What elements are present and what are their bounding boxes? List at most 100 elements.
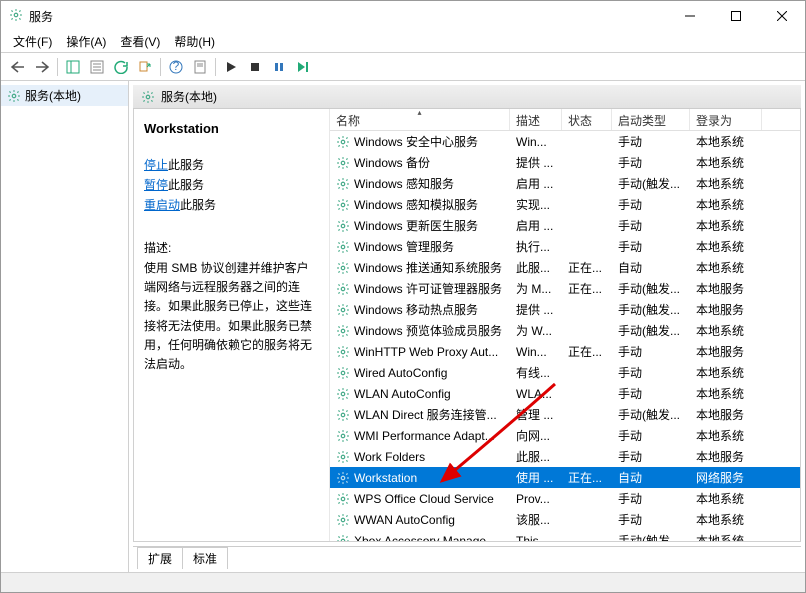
table-row[interactable]: WLAN Direct 服务连接管...管理 ...手动(触发...本地服务 [330, 404, 800, 425]
restart-link[interactable]: 重启动 [144, 198, 180, 212]
show-hide-tree-button[interactable] [62, 56, 84, 78]
col-startup[interactable]: 启动类型 [612, 109, 690, 130]
export-button[interactable] [134, 56, 156, 78]
props-icon[interactable] [189, 56, 211, 78]
cell-desc: WLA... [510, 387, 562, 401]
table-row[interactable]: Windows 推送通知系统服务此服...正在...自动本地系统 [330, 257, 800, 278]
gear-icon [336, 219, 350, 233]
cell-desc: 此服... [510, 448, 562, 465]
table-row[interactable]: WMI Performance Adapt...向网...手动本地系统 [330, 425, 800, 446]
refresh-button[interactable] [110, 56, 132, 78]
gear-icon [336, 366, 350, 380]
table-row[interactable]: WWAN AutoConfig该服...手动本地系统 [330, 509, 800, 530]
table-row[interactable]: Windows 预览体验成员服务为 W...手动(触发...本地系统 [330, 320, 800, 341]
menu-action[interactable]: 操作(A) [66, 33, 106, 50]
table-row[interactable]: Windows 移动热点服务提供 ...手动(触发...本地服务 [330, 299, 800, 320]
app-icon [9, 8, 23, 25]
col-status[interactable]: 状态 [562, 109, 612, 130]
cell-startup: 手动 [612, 448, 690, 465]
cell-name: WPS Office Cloud Service [354, 492, 494, 506]
gear-icon [336, 513, 350, 527]
menu-file[interactable]: 文件(F) [13, 33, 52, 50]
cell-name: WLAN Direct 服务连接管... [354, 406, 497, 423]
cell-desc: 此服... [510, 259, 562, 276]
cell-name: Windows 安全中心服务 [354, 133, 478, 150]
cell-name: WMI Performance Adapt... [354, 429, 495, 443]
col-desc[interactable]: 描述 [510, 109, 562, 130]
cell-startup: 手动 [612, 154, 690, 171]
table-row[interactable]: Xbox Accessory Manage...This ...手动(触发...… [330, 530, 800, 541]
table-row[interactable]: Windows 感知模拟服务实现...手动本地系统 [330, 194, 800, 215]
menu-help[interactable]: 帮助(H) [174, 33, 215, 50]
properties-button[interactable] [86, 56, 108, 78]
gear-icon [336, 303, 350, 317]
table-row[interactable]: Windows 备份提供 ...手动本地系统 [330, 152, 800, 173]
col-logon[interactable]: 登录为 [690, 109, 762, 130]
detail-pane: Workstation 停止此服务 暂停此服务 重启动此服务 描述: 使用 SM… [134, 109, 330, 541]
cell-name: Windows 感知模拟服务 [354, 196, 478, 213]
cell-logon: 本地服务 [690, 280, 762, 297]
help-button[interactable]: ? [165, 56, 187, 78]
restart-service-button[interactable] [292, 56, 314, 78]
menu-view[interactable]: 查看(V) [120, 33, 160, 50]
cell-name: Windows 预览体验成员服务 [354, 322, 502, 339]
cell-desc: 提供 ... [510, 301, 562, 318]
cell-startup: 手动 [612, 343, 690, 360]
table-row[interactable]: Windows 许可证管理器服务为 M...正在...手动(触发...本地服务 [330, 278, 800, 299]
cell-logon: 本地系统 [690, 364, 762, 381]
cell-status: 正在... [562, 280, 612, 297]
table-row[interactable]: Windows 感知服务启用 ...手动(触发...本地系统 [330, 173, 800, 194]
cell-logon: 本地系统 [690, 427, 762, 444]
table-row[interactable]: WLAN AutoConfig WLA... 手动本地系统 [330, 383, 800, 404]
cell-startup: 自动 [612, 469, 690, 486]
col-name[interactable]: 名称▴ [330, 109, 510, 130]
back-button[interactable] [7, 56, 29, 78]
menu-bar: 文件(F) 操作(A) 查看(V) 帮助(H) [1, 31, 805, 53]
cell-name: Wired AutoConfig [354, 366, 447, 380]
stop-service-button[interactable] [244, 56, 266, 78]
cell-name: WLAN AutoConfig [354, 387, 451, 401]
description-text: 使用 SMB 协议创建并维护客户端网络与远程服务器之间的连接。如果此服务已停止，… [144, 259, 319, 374]
table-row[interactable]: Windows 更新医生服务启用 ...手动本地系统 [330, 215, 800, 236]
tab-standard[interactable]: 标准 [182, 547, 228, 569]
cell-desc: Win... [510, 135, 562, 149]
cell-logon: 网络服务 [690, 469, 762, 486]
pause-service-button[interactable] [268, 56, 290, 78]
pause-link[interactable]: 暂停 [144, 178, 168, 192]
toolbar: ? [1, 53, 805, 81]
table-row[interactable]: WPS Office Cloud ServiceProv...手动本地系统 [330, 488, 800, 509]
minimize-button[interactable] [667, 1, 713, 31]
table-row[interactable]: Workstation使用 ...正在...自动网络服务 [330, 467, 800, 488]
table-row[interactable]: Windows 管理服务执行...手动本地系统 [330, 236, 800, 257]
cell-logon: 本地服务 [690, 343, 762, 360]
gear-icon [336, 345, 350, 359]
description-label: 描述: [144, 239, 319, 256]
cell-name: Windows 管理服务 [354, 238, 454, 255]
cell-startup: 手动 [612, 427, 690, 444]
cell-logon: 本地系统 [690, 511, 762, 528]
cell-logon: 本地系统 [690, 259, 762, 276]
stop-link[interactable]: 停止 [144, 158, 168, 172]
cell-status: 正在... [562, 259, 612, 276]
rows-container[interactable]: Windows 安全中心服务Win...手动本地系统Windows 备份提供 .… [330, 131, 800, 541]
table-row[interactable]: Wired AutoConfig有线...手动本地系统 [330, 362, 800, 383]
table-row[interactable]: Work Folders此服...手动本地服务 [330, 446, 800, 467]
close-button[interactable] [759, 1, 805, 31]
tree-item-services-local[interactable]: 服务(本地) [1, 85, 128, 106]
cell-logon: 本地系统 [690, 385, 762, 402]
cell-name: Windows 备份 [354, 154, 430, 171]
table-row[interactable]: Windows 安全中心服务Win...手动本地系统 [330, 131, 800, 152]
table-row[interactable]: WinHTTP Web Proxy Aut...Win...正在...手动本地服… [330, 341, 800, 362]
cell-name: Work Folders [354, 450, 425, 464]
start-service-button[interactable] [220, 56, 242, 78]
gear-icon [336, 135, 350, 149]
tab-extended[interactable]: 扩展 [137, 547, 183, 569]
gear-icon [336, 240, 350, 254]
cell-startup: 自动 [612, 259, 690, 276]
gear-icon [336, 198, 350, 212]
cell-startup: 手动 [612, 385, 690, 402]
services-list: 名称▴ 描述 状态 启动类型 登录为 Windows 安全中心服务 Win... 手… [330, 109, 800, 541]
maximize-button[interactable] [713, 1, 759, 31]
cell-name: Workstation [354, 471, 417, 485]
forward-button[interactable] [31, 56, 53, 78]
